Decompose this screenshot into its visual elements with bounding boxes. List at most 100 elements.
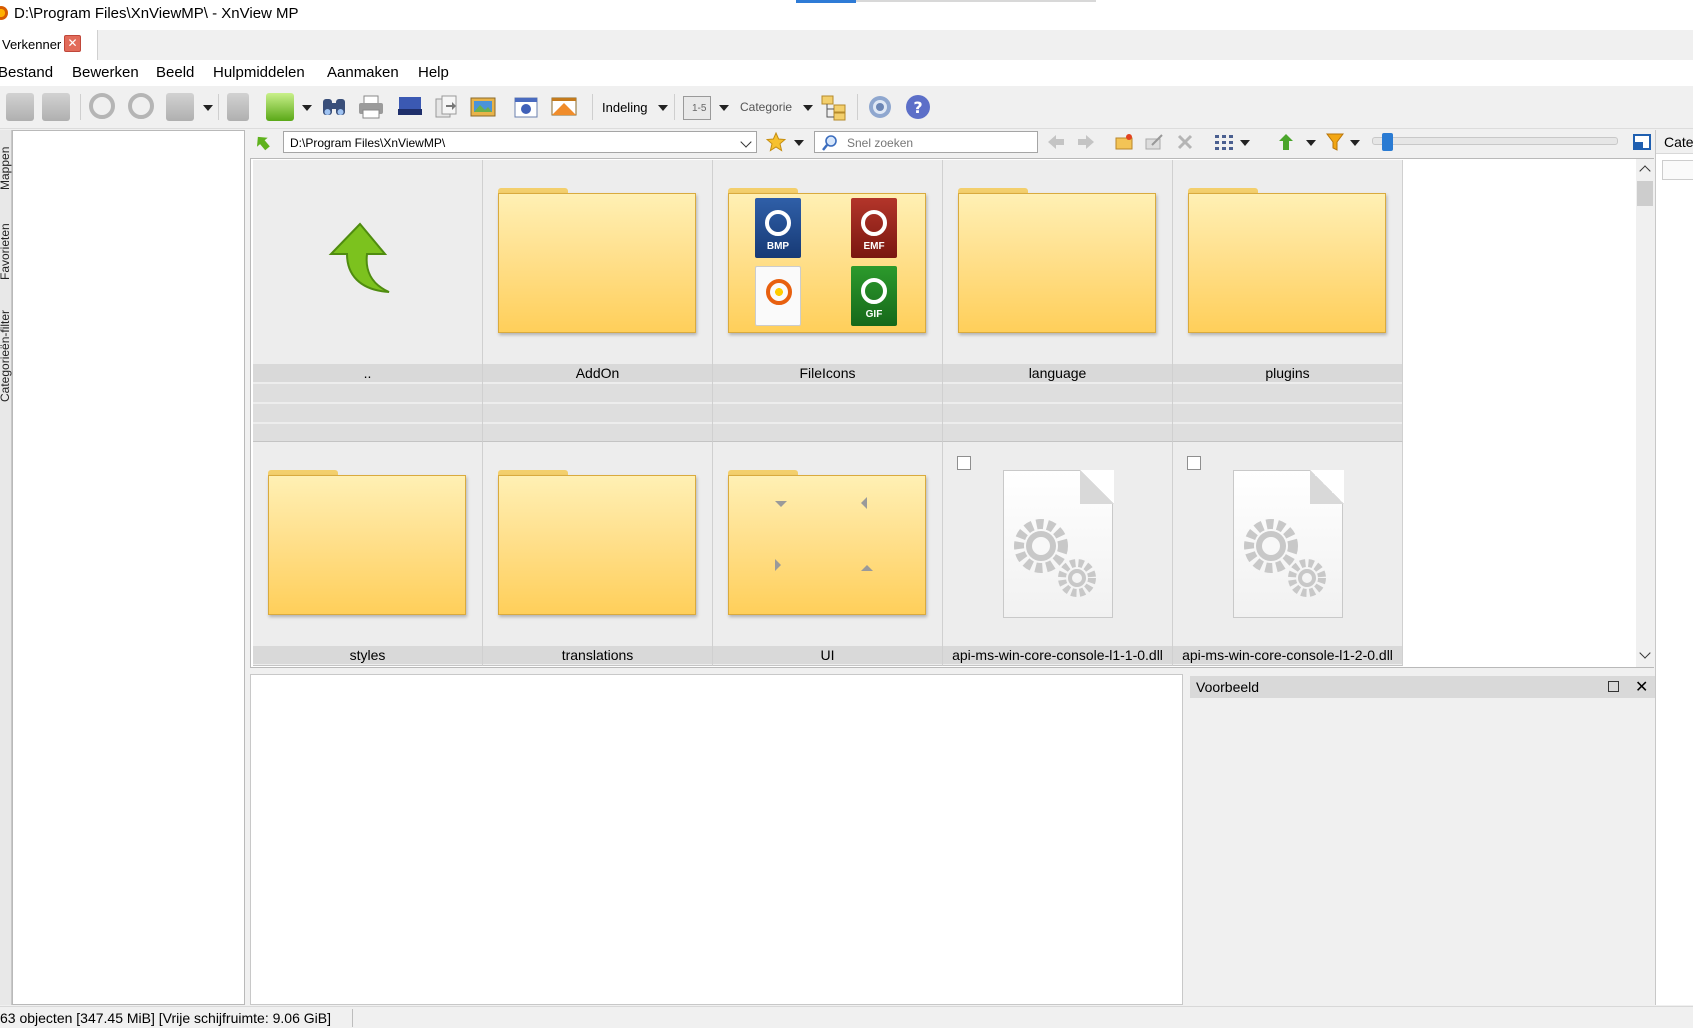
find-icon[interactable] — [320, 93, 348, 121]
menu-bestand[interactable]: Bestand — [0, 64, 53, 81]
file-item-dll-2[interactable]: api-ms-win-core-console-l1-2-0.dll — [1173, 442, 1403, 666]
page-fold — [1080, 470, 1114, 504]
file-item-parent[interactable]: .. — [253, 160, 483, 442]
tab-verkenner[interactable]: Verkenner ✕ — [0, 30, 98, 60]
file-item-ui[interactable]: UI — [713, 442, 943, 666]
file-info-strip — [1173, 404, 1402, 422]
file-info-strip — [943, 424, 1172, 441]
select-checkbox[interactable] — [1187, 456, 1201, 470]
menu-bewerken[interactable]: Bewerken — [72, 64, 139, 81]
thumbnail-size-slider[interactable] — [1372, 137, 1618, 145]
delete-icon[interactable] — [1176, 133, 1194, 151]
undock-icon[interactable] — [1608, 681, 1619, 692]
sort-dropdown-icon[interactable] — [1306, 140, 1316, 146]
path-dropdown-icon[interactable] — [740, 136, 752, 148]
category-list[interactable] — [1662, 160, 1693, 180]
file-name: plugins — [1173, 364, 1402, 382]
wallpaper-icon[interactable] — [469, 93, 497, 121]
file-item-plugins[interactable]: plugins — [1173, 160, 1403, 442]
fullscreen-icon[interactable] — [6, 93, 34, 121]
close-tab-icon[interactable]: ✕ — [64, 35, 81, 52]
rename-icon[interactable] — [1144, 132, 1164, 152]
scroll-up-icon[interactable] — [1639, 165, 1651, 177]
folder-icon — [958, 188, 1156, 333]
folder-tree-icon[interactable] — [820, 93, 848, 121]
capture-icon[interactable] — [512, 93, 540, 121]
back-arrow-icon[interactable] — [1046, 133, 1066, 151]
thumbnail-size-slider-thumb[interactable] — [1382, 133, 1393, 151]
category-dropdown-icon[interactable] — [803, 105, 813, 111]
help-icon[interactable]: ? — [904, 93, 932, 121]
tab-label: Verkenner — [2, 37, 62, 52]
sort-icon[interactable] — [1276, 133, 1296, 151]
properties-icon[interactable] — [227, 93, 249, 121]
file-item-language[interactable]: language — [943, 160, 1173, 442]
menu-help[interactable]: Help — [418, 64, 449, 81]
file-item-dll-1[interactable]: api-ms-win-core-console-l1-1-0.dll — [943, 442, 1173, 666]
slideshow-icon[interactable] — [42, 93, 70, 121]
file-name: .. — [253, 364, 482, 382]
rating-filter-button[interactable]: 1-5 — [683, 96, 711, 120]
rating-dropdown-icon[interactable] — [719, 105, 729, 111]
toolbar-separator — [674, 94, 675, 120]
filter-dropdown-icon[interactable] — [1350, 140, 1360, 146]
vertical-scrollbar[interactable] — [1636, 159, 1654, 667]
search-icon — [822, 135, 837, 151]
file-item-translations[interactable]: translations — [483, 442, 713, 666]
edit-dropdown-icon[interactable] — [203, 105, 213, 111]
rotate-left-icon[interactable] — [89, 93, 115, 119]
title-divider-line — [856, 0, 1096, 2]
folder-tree-pane[interactable] — [12, 130, 245, 1005]
layout-dropdown-icon[interactable] — [658, 105, 668, 111]
layout-toggle-icon[interactable] — [1633, 134, 1651, 150]
select-checkbox[interactable] — [957, 456, 971, 470]
sidebar-tab-mappen[interactable]: Mappen — [0, 132, 12, 190]
menu-bar: Bestand Bewerken Beeld Hulpmiddelen Aanm… — [0, 60, 1693, 86]
file-item-styles[interactable]: styles — [253, 442, 483, 666]
file-info-strip — [713, 424, 942, 441]
view-mode-icon[interactable] — [1214, 133, 1234, 151]
forward-arrow-icon[interactable] — [1076, 133, 1096, 151]
preview-title: Voorbeeld — [1196, 679, 1260, 695]
file-name: api-ms-win-core-console-l1-1-0.dll — [943, 646, 1172, 664]
category-panel-title: Categorie — [1656, 130, 1693, 154]
scan-icon[interactable] — [396, 93, 424, 121]
file-name: UI — [713, 646, 942, 664]
edit-image-icon[interactable] — [166, 93, 194, 121]
favorites-star-icon[interactable] — [766, 132, 786, 152]
favorites-dropdown-icon[interactable] — [794, 140, 804, 146]
batch-convert-icon[interactable] — [432, 93, 460, 121]
file-info-strip — [483, 384, 712, 402]
path-value: D:\Program Files\XnViewMP\ — [290, 136, 446, 150]
go-up-icon[interactable] — [253, 133, 273, 153]
file-info-strip — [253, 384, 482, 402]
quick-search-input[interactable]: Snel zoeken — [814, 131, 1038, 153]
sidebar-tab-favorieten[interactable]: Favorieten — [0, 210, 12, 280]
file-item-fileicons[interactable]: BMP EMF GIF FileIcons — [713, 160, 943, 442]
scrollbar-thumb[interactable] — [1637, 181, 1653, 206]
sidebar-tab-categorieen-filter[interactable]: Categorieën-filter — [0, 298, 12, 402]
file-info-strip — [483, 404, 712, 422]
path-input[interactable]: D:\Program Files\XnViewMP\ — [283, 131, 757, 153]
open-with-dropdown-icon[interactable] — [302, 105, 312, 111]
status-text: 63 objecten [347.45 MiB] [Vrije schijfru… — [0, 1010, 331, 1026]
file-name: AddOn — [483, 364, 712, 382]
xnview-app-icon — [0, 6, 8, 20]
layout-label[interactable]: Indeling — [602, 100, 648, 115]
menu-hulpmiddelen[interactable]: Hulpmiddelen — [213, 64, 305, 81]
rotate-right-icon[interactable] — [128, 93, 154, 119]
new-folder-icon[interactable] — [1114, 132, 1134, 152]
menu-beeld[interactable]: Beeld — [156, 64, 194, 81]
filter-icon[interactable] — [1326, 133, 1344, 151]
settings-gear-icon[interactable] — [866, 93, 894, 121]
category-label[interactable]: Categorie — [740, 100, 792, 114]
open-with-icon[interactable] — [266, 93, 294, 121]
close-preview-icon[interactable]: ✕ — [1635, 677, 1648, 697]
menu-aanmaken[interactable]: Aanmaken — [327, 64, 399, 81]
main-toolbar: Indeling 1-5 Categorie ? — [0, 86, 1693, 129]
multipage-icon[interactable] — [550, 93, 578, 121]
scroll-down-icon[interactable] — [1639, 647, 1651, 659]
print-icon[interactable] — [357, 93, 385, 121]
file-item-addon[interactable]: AddOn — [483, 160, 713, 442]
view-mode-dropdown-icon[interactable] — [1240, 140, 1250, 146]
